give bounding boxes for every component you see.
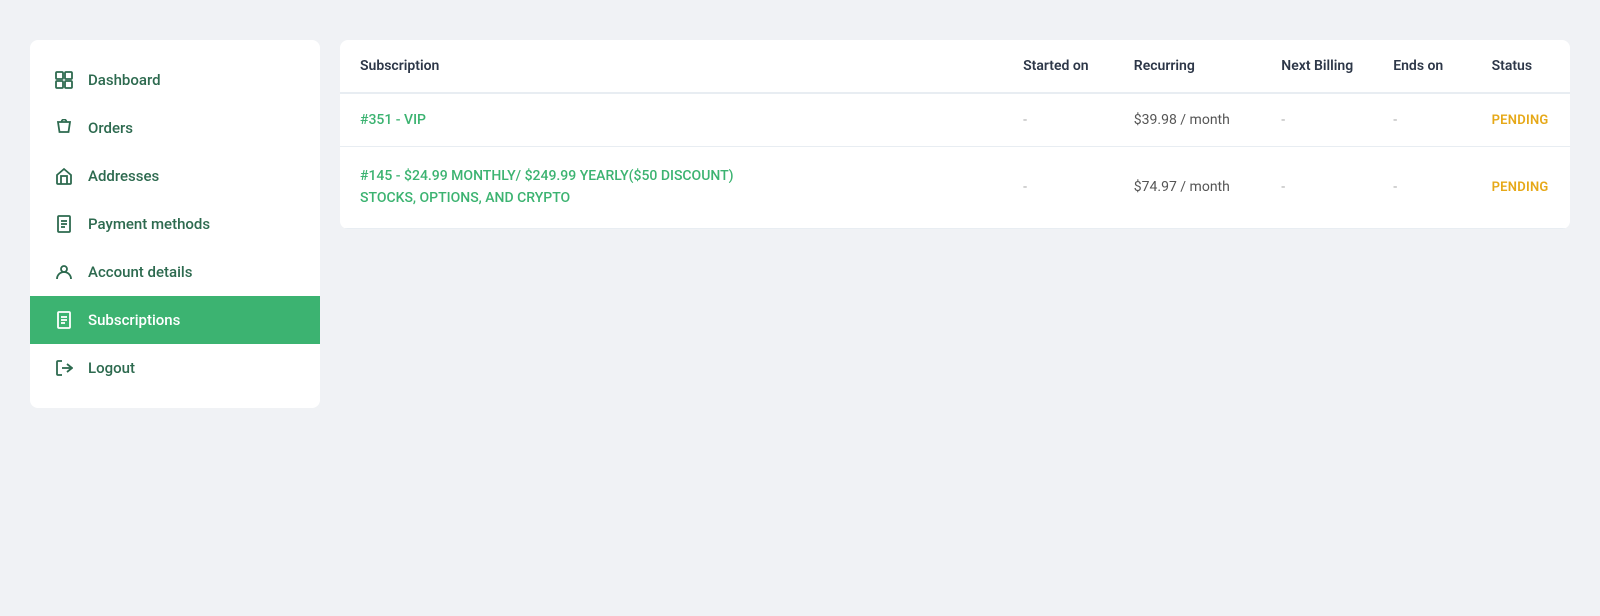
sidebar-item-label: Subscriptions: [88, 311, 180, 329]
grid-icon: [54, 70, 74, 90]
status-cell: PENDING: [1472, 93, 1570, 147]
subscription-link-extra[interactable]: STOCKS, OPTIONS, AND CRYPTO: [360, 187, 983, 209]
col-header-next-billing: Next Billing: [1261, 40, 1373, 93]
sidebar-item-orders[interactable]: Orders: [30, 104, 320, 152]
user-icon: [54, 262, 74, 282]
recurring-cell: $39.98 / month: [1114, 93, 1262, 147]
col-header-subscription: Subscription: [340, 40, 1003, 93]
sidebar-item-dashboard[interactable]: Dashboard: [30, 56, 320, 104]
home-icon: [54, 166, 74, 186]
recurring-cell: $74.97 / month: [1114, 147, 1262, 229]
sidebar-item-label: Dashboard: [88, 71, 161, 89]
table-row: #351 - VIP - $39.98 / month - - PENDING: [340, 93, 1570, 147]
col-header-started-on: Started on: [1003, 40, 1114, 93]
subscriptions-table: Subscription Started on Recurring Next B…: [340, 40, 1570, 229]
document-icon: [54, 310, 74, 330]
sidebar-item-payment-methods[interactable]: Payment methods: [30, 200, 320, 248]
subscription-link[interactable]: #145 - $24.99 MONTHLY/ $249.99 YEARLY($5…: [360, 165, 983, 187]
file-icon: [54, 214, 74, 234]
next-billing-cell: -: [1261, 147, 1373, 229]
table-row: #145 - $24.99 MONTHLY/ $249.99 YEARLY($5…: [340, 147, 1570, 229]
subscription-cell: #351 - VIP: [340, 93, 1003, 147]
subscription-link[interactable]: #351 - VIP: [360, 112, 426, 128]
sidebar-item-subscriptions[interactable]: Subscriptions: [30, 296, 320, 344]
ends-on-cell: -: [1373, 147, 1471, 229]
status-badge: PENDING: [1492, 180, 1549, 195]
col-header-status: Status: [1472, 40, 1570, 93]
sidebar-item-label: Orders: [88, 119, 133, 137]
status-cell: PENDING: [1472, 147, 1570, 229]
sidebar-item-label: Logout: [88, 359, 135, 377]
subscription-cell: #145 - $24.99 MONTHLY/ $249.99 YEARLY($5…: [340, 147, 1003, 229]
status-badge: PENDING: [1492, 113, 1549, 128]
ends-on-cell: -: [1373, 93, 1471, 147]
main-content: Subscription Started on Recurring Next B…: [340, 40, 1570, 229]
sidebar-item-label: Account details: [88, 263, 192, 281]
logout-icon: [54, 358, 74, 378]
sidebar: Dashboard Orders Addresses: [30, 40, 320, 408]
sidebar-item-logout[interactable]: Logout: [30, 344, 320, 392]
started-on-cell: -: [1003, 147, 1114, 229]
next-billing-cell: -: [1261, 93, 1373, 147]
sidebar-item-label: Addresses: [88, 167, 159, 185]
sidebar-item-account-details[interactable]: Account details: [30, 248, 320, 296]
sidebar-item-addresses[interactable]: Addresses: [30, 152, 320, 200]
col-header-recurring: Recurring: [1114, 40, 1262, 93]
started-on-cell: -: [1003, 93, 1114, 147]
sidebar-item-label: Payment methods: [88, 215, 210, 233]
col-header-ends-on: Ends on: [1373, 40, 1471, 93]
shopping-bag-icon: [54, 118, 74, 138]
